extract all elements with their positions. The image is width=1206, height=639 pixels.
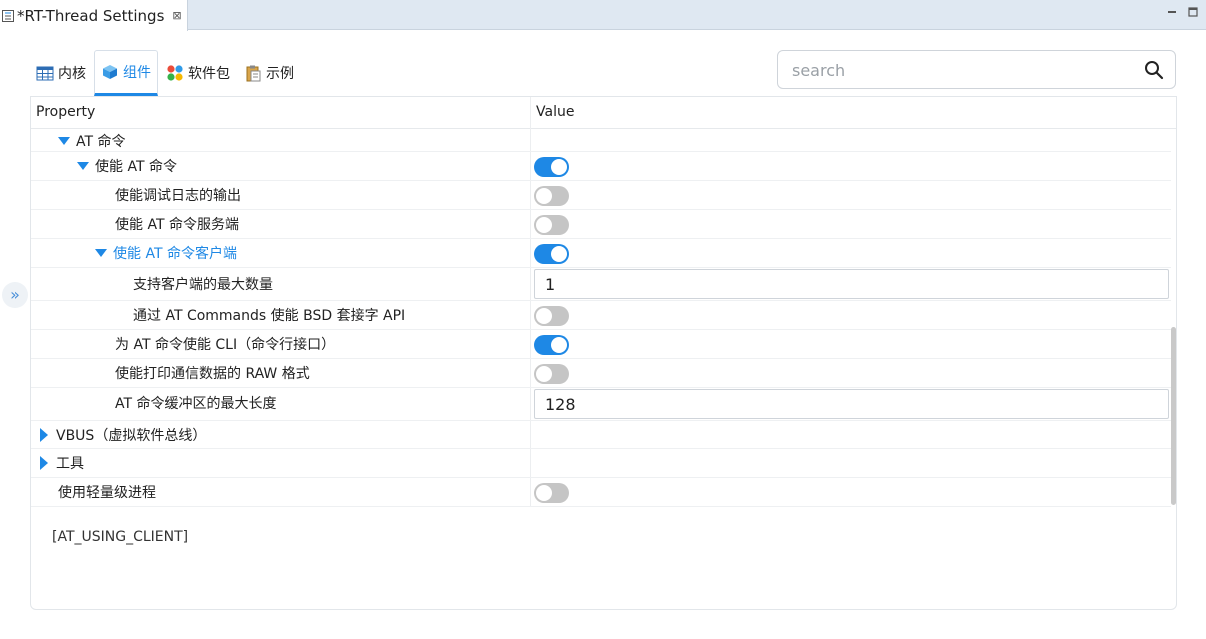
expand-arrow-icon[interactable]: [40, 427, 48, 442]
tab-kernel[interactable]: 内核: [30, 50, 92, 96]
row-label: 使用轻量级进程: [58, 484, 156, 501]
tab-kernel-label: 内核: [58, 66, 86, 82]
tab-packages-label: 软件包: [188, 66, 230, 82]
settings-file-icon: [2, 9, 14, 22]
value-input[interactable]: [534, 389, 1169, 419]
column-header-property: Property: [36, 104, 96, 120]
toggle-switch[interactable]: [534, 483, 569, 503]
collapse-arrow-icon[interactable]: [58, 136, 70, 145]
tree-row[interactable]: 使能打印通信数据的 RAW 格式: [31, 359, 1171, 388]
tree-header: Property Value: [31, 97, 1176, 129]
toggle-switch[interactable]: [534, 215, 569, 235]
tree-row[interactable]: 使能 AT 命令客户端: [31, 239, 1171, 268]
toggle-switch[interactable]: [534, 335, 569, 355]
description-text: [AT_USING_CLIENT]: [52, 529, 189, 545]
toggle-switch[interactable]: [534, 364, 569, 384]
tree-row[interactable]: AT 命令缓冲区的最大长度: [31, 388, 1171, 421]
row-label: 使能 AT 命令客户端: [113, 245, 237, 262]
toggle-switch[interactable]: [534, 157, 569, 177]
editor-tab-bar: *RT-Thread Settings ⊠: [0, 0, 1206, 31]
row-label: 使能 AT 命令: [95, 158, 177, 175]
packages-icon: [167, 65, 183, 81]
clipboard-icon: [246, 65, 261, 82]
maximize-icon[interactable]: [1186, 5, 1200, 19]
row-label: 为 AT 命令使能 CLI（命令行接口）: [115, 336, 336, 353]
tab-examples-label: 示例: [266, 66, 294, 82]
search-icon[interactable]: [1144, 60, 1164, 80]
row-label: VBUS（虚拟软件总线）: [56, 427, 207, 444]
tree-row[interactable]: 使能调试日志的输出: [31, 181, 1171, 210]
tree-row[interactable]: 通过 AT Commands 使能 BSD 套接字 API: [31, 301, 1171, 330]
expand-arrow-icon[interactable]: [40, 455, 48, 470]
search-input[interactable]: [790, 59, 1130, 81]
row-label: AT 命令: [76, 133, 126, 150]
tree-row[interactable]: 使能 AT 命令服务端: [31, 210, 1171, 239]
table-icon: [36, 66, 54, 81]
toggle-switch[interactable]: [534, 186, 569, 206]
tab-packages[interactable]: 软件包: [160, 50, 236, 96]
toggle-switch[interactable]: [534, 306, 569, 326]
search-box: [777, 50, 1176, 89]
category-tabs: 内核 组件 软件包 示例: [30, 50, 302, 96]
tree-row[interactable]: AT 命令: [31, 129, 1171, 152]
property-tree: Property Value AT 命令 使能 AT 命令 使能调试日志的输出 …: [30, 96, 1177, 610]
tree-row[interactable]: 支持客户端的最大数量: [31, 268, 1171, 301]
row-label: 使能 AT 命令服务端: [115, 216, 239, 233]
collapse-arrow-icon[interactable]: [77, 161, 89, 170]
row-label: AT 命令缓冲区的最大长度: [115, 395, 277, 412]
minimize-icon[interactable]: [1165, 5, 1179, 19]
tab-components-label: 组件: [123, 65, 151, 81]
row-label: 使能调试日志的输出: [115, 187, 241, 204]
tree-row[interactable]: 工具: [31, 449, 1171, 478]
tree-row[interactable]: 为 AT 命令使能 CLI（命令行接口）: [31, 330, 1171, 359]
row-label: 通过 AT Commands 使能 BSD 套接字 API: [133, 307, 406, 324]
value-input[interactable]: [534, 269, 1169, 299]
toggle-switch[interactable]: [534, 244, 569, 264]
collapse-arrow-icon[interactable]: [95, 248, 107, 257]
row-label: 使能打印通信数据的 RAW 格式: [115, 365, 310, 382]
tree-row[interactable]: 使用轻量级进程: [31, 478, 1171, 507]
close-icon[interactable]: ⊠: [172, 9, 181, 22]
vertical-scrollbar[interactable]: [1171, 327, 1176, 505]
component-cube-icon: [103, 65, 117, 79]
row-label: 工具: [56, 455, 84, 472]
editor-tab-title: *RT-Thread Settings: [17, 6, 165, 25]
row-label: 支持客户端的最大数量: [133, 276, 273, 293]
tab-examples[interactable]: 示例: [238, 50, 300, 96]
tree-row[interactable]: 使能 AT 命令: [31, 152, 1171, 181]
expand-panel-icon[interactable]: »: [2, 282, 28, 308]
column-header-value: Value: [536, 104, 575, 120]
editor-tab-rt-thread-settings[interactable]: *RT-Thread Settings ⊠: [0, 0, 188, 31]
tab-components[interactable]: 组件: [94, 50, 158, 96]
tree-row[interactable]: VBUS（虚拟软件总线）: [31, 421, 1171, 449]
